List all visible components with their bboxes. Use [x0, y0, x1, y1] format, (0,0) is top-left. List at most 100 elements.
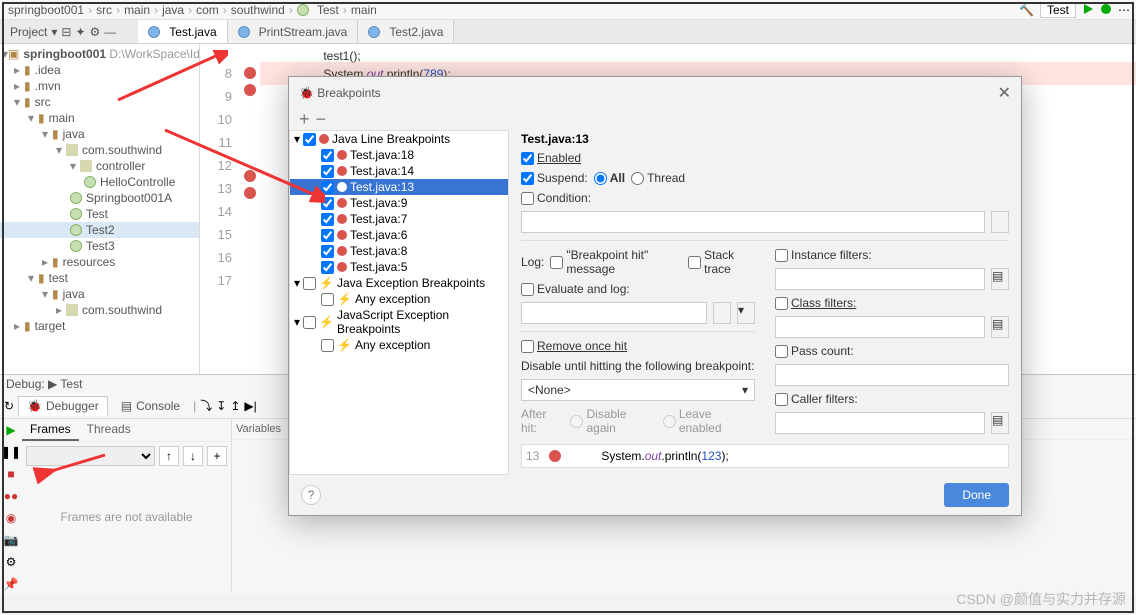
tree-class[interactable]: Test3 — [0, 238, 199, 254]
class-filters-input[interactable] — [775, 316, 985, 338]
pass-count-checkbox[interactable]: Pass count: — [775, 344, 854, 358]
suspend-thread-radio[interactable]: Thread — [631, 171, 685, 185]
pause-icon[interactable]: ❚❚ — [1, 445, 21, 459]
stack-checkbox[interactable]: Stack trace — [688, 248, 755, 276]
view-breakpoints-icon[interactable]: ●● — [4, 489, 19, 503]
rerun-icon[interactable]: ↻ — [4, 399, 14, 413]
bc-item[interactable]: main — [124, 3, 150, 17]
line-number[interactable]: 17 — [200, 269, 232, 292]
pass-count-input[interactable] — [775, 364, 1009, 386]
breakpoint-gutter[interactable] — [240, 44, 260, 374]
bp-group[interactable]: ▾ ⚡ Java Exception Breakpoints — [290, 275, 508, 291]
browse-icon[interactable]: ▤ — [991, 268, 1009, 290]
debug-icon[interactable] — [1100, 3, 1112, 18]
caller-filters-input[interactable] — [775, 412, 985, 434]
bc-item[interactable]: src — [96, 3, 112, 17]
browse-icon[interactable]: ▤ — [991, 316, 1009, 338]
tree-class[interactable]: Test2 — [0, 222, 199, 238]
console-tab[interactable]: ▤Console — [112, 396, 189, 416]
project-tool-window-tab[interactable]: Project ▾ ⊟ ✦ ⚙ — — [0, 20, 126, 43]
resume-icon[interactable]: ▶ — [6, 423, 15, 437]
tree-package[interactable]: ▸com.southwind — [0, 302, 199, 318]
close-icon[interactable]: ✕ — [998, 83, 1011, 103]
remove-once-checkbox[interactable]: Remove once hit — [521, 339, 627, 353]
run-config-select[interactable]: Test — [1040, 2, 1076, 18]
camera-icon[interactable]: 📷 — [4, 533, 19, 547]
bp-checkbox[interactable] — [321, 261, 334, 274]
done-button[interactable]: Done — [944, 483, 1009, 507]
editor-tab[interactable]: Test2.java — [358, 20, 454, 43]
expand-icon[interactable] — [991, 211, 1009, 233]
instance-filters-input[interactable] — [775, 268, 985, 290]
bc-item[interactable]: Test — [317, 3, 339, 17]
bc-item[interactable]: com — [196, 3, 219, 17]
breakpoint-icon[interactable] — [244, 84, 256, 96]
bp-checkbox[interactable] — [321, 229, 334, 242]
line-number[interactable]: 15 — [200, 223, 232, 246]
bc-item[interactable]: java — [162, 3, 184, 17]
build-icon[interactable]: 🔨 — [1019, 3, 1034, 17]
tree-folder[interactable]: ▸▮target — [0, 318, 199, 334]
bp-item[interactable]: ⚡ Any exception — [290, 291, 508, 307]
bp-checkbox[interactable] — [321, 245, 334, 258]
step-over-icon[interactable]: ⤵ — [200, 397, 212, 414]
collapse-icon[interactable]: ⊟ — [61, 25, 71, 39]
tree-folder[interactable]: ▾▮test — [0, 270, 199, 286]
condition-input[interactable] — [521, 211, 985, 233]
dropdown-icon[interactable]: ▾ — [737, 302, 755, 324]
caller-filters-checkbox[interactable]: Caller filters: — [775, 392, 858, 406]
breakpoint-icon[interactable] — [244, 67, 256, 79]
expand-icon[interactable] — [713, 302, 731, 324]
instance-filters-checkbox[interactable]: Instance filters: — [775, 248, 872, 262]
prev-frame-button[interactable]: ↑ — [159, 446, 179, 466]
next-frame-button[interactable]: ↓ — [183, 446, 203, 466]
stop-icon[interactable]: ■ — [7, 467, 14, 481]
disable-until-select[interactable]: <None>▾ — [521, 379, 755, 401]
settings-icon[interactable]: ⚙ — [6, 555, 17, 569]
class-filters-checkbox[interactable]: Class filters: — [775, 296, 856, 310]
editor-tab[interactable]: Test.java — [138, 20, 227, 43]
bp-item[interactable]: Test.java:7 — [290, 211, 508, 227]
eval-input[interactable] — [521, 302, 707, 324]
condition-checkbox[interactable]: Condition: — [521, 191, 591, 205]
frames-tab[interactable]: Frames — [22, 419, 79, 441]
tree-folder[interactable]: ▾▮main — [0, 110, 199, 126]
help-button[interactable]: ? — [301, 485, 321, 505]
more-icon[interactable]: ⋯ — [1118, 3, 1130, 17]
bp-item[interactable]: ⚡ Any exception — [290, 337, 508, 353]
bp-hit-checkbox[interactable]: "Breakpoint hit" message — [550, 248, 682, 276]
run-icon[interactable] — [1082, 3, 1094, 18]
bc-item[interactable]: springboot001 — [8, 3, 84, 17]
debugger-tab[interactable]: 🐞Debugger — [18, 396, 108, 416]
suspend-checkbox[interactable]: Suspend: — [521, 171, 588, 185]
settings-icon[interactable]: ✦ — [75, 25, 85, 39]
threads-tab[interactable]: Threads — [79, 419, 139, 441]
bp-group[interactable]: ▾ ⚡ JavaScript Exception Breakpoints — [290, 307, 508, 337]
bp-checkbox[interactable] — [321, 213, 334, 226]
bc-item[interactable]: southwind — [231, 3, 285, 17]
eval-checkbox[interactable]: Evaluate and log: — [521, 282, 630, 296]
step-out-icon[interactable]: ↥ — [230, 399, 240, 413]
enabled-checkbox[interactable]: Enabled — [521, 151, 581, 165]
step-into-icon[interactable]: ↧ — [216, 399, 226, 413]
mute-breakpoints-icon[interactable]: ◉ — [6, 511, 16, 525]
suspend-all-radio[interactable]: All — [594, 171, 625, 185]
editor-tab[interactable]: PrintStream.java — [228, 20, 359, 43]
bp-item[interactable]: Test.java:5 — [290, 259, 508, 275]
browse-icon[interactable]: ▤ — [991, 412, 1009, 434]
bp-checkbox[interactable] — [321, 293, 334, 306]
pin-icon[interactable]: 📌 — [4, 577, 19, 591]
bc-item[interactable]: main — [351, 3, 377, 17]
bp-group-checkbox[interactable] — [303, 316, 316, 329]
gear-icon[interactable]: ⚙ — [90, 25, 101, 39]
bp-checkbox[interactable] — [321, 339, 334, 352]
hide-icon[interactable]: — — [104, 25, 116, 39]
bp-group-checkbox[interactable] — [303, 277, 316, 290]
tree-class[interactable]: Test — [0, 206, 199, 222]
bp-item[interactable]: Test.java:6 — [290, 227, 508, 243]
disable-again-radio[interactable]: Disable again — [570, 407, 656, 435]
add-frame-button[interactable]: + — [207, 446, 227, 466]
leave-enabled-radio[interactable]: Leave enabled — [663, 407, 755, 435]
bp-item[interactable]: Test.java:8 — [290, 243, 508, 259]
run-to-cursor-icon[interactable]: ▶| — [244, 399, 256, 413]
